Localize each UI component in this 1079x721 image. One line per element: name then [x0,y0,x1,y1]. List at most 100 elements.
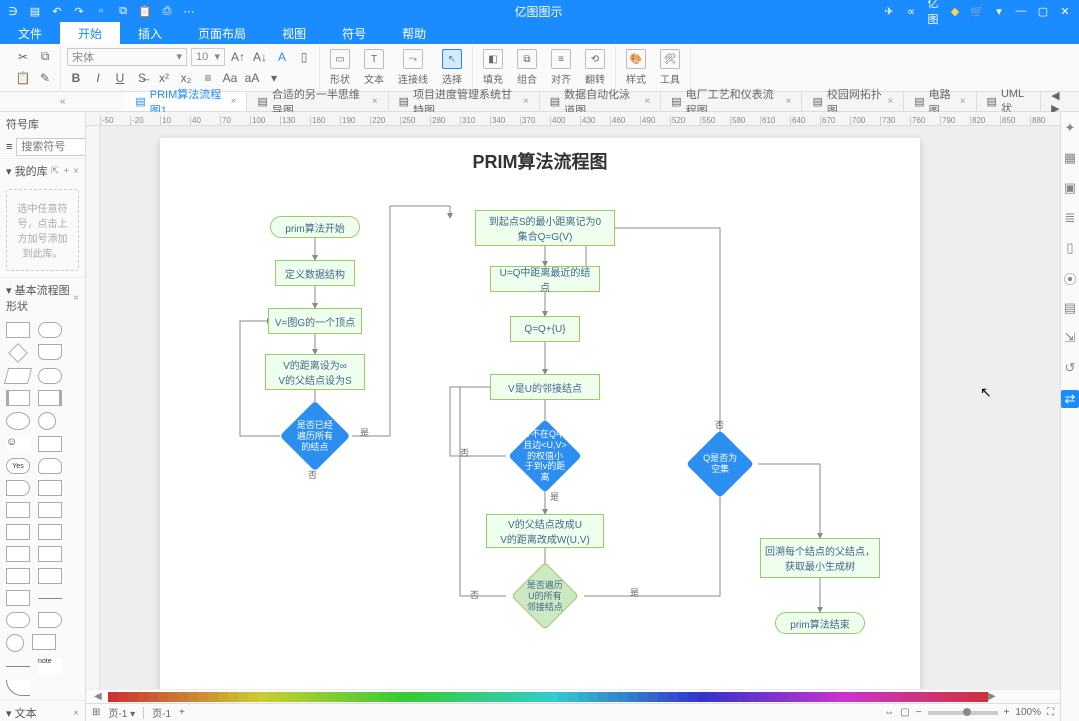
cut-icon[interactable]: ✂ [14,48,32,66]
color-swatch[interactable] [708,692,718,702]
color-swatch[interactable] [328,692,338,702]
color-swatch[interactable] [718,692,728,702]
doc-tab-2[interactable]: ▤项目进度管理系统甘特图× [389,92,540,111]
close-icon[interactable]: × [73,293,79,304]
node-start[interactable]: prim算法开始 [270,216,360,238]
search-input[interactable] [16,138,86,156]
shape-ellipse[interactable] [6,412,30,430]
text-section[interactable]: ▾ 文本 × [0,700,85,721]
text-panel-icon[interactable]: ▯ [1062,240,1078,256]
doc-tab-5[interactable]: ▤校园网拓扑图× [802,92,904,111]
color-swatch[interactable] [118,692,128,702]
color-swatch[interactable] [238,692,248,702]
crown-icon[interactable]: ◆ [947,5,963,18]
menu-symbol[interactable]: 符号 [324,22,384,44]
menu-view[interactable]: 视图 [264,22,324,44]
copy-icon[interactable]: ⧉ [36,48,54,66]
shape-rounded[interactable] [38,322,62,338]
color-swatch[interactable] [178,692,188,702]
page-select[interactable]: 页-1 ▾ [108,705,135,720]
doc-tab-3[interactable]: ▤数据自动化泳道图× [540,92,662,111]
text-tool[interactable]: T文本 [360,49,388,86]
new-icon[interactable]: ▫ [94,4,108,18]
color-swatch[interactable] [698,692,708,702]
color-swatch[interactable] [688,692,698,702]
font-color-icon[interactable]: A [273,48,291,66]
color-swatch[interactable] [628,692,638,702]
color-swatch[interactable] [268,692,278,702]
color-swatch[interactable] [548,692,558,702]
color-swatch[interactable] [898,692,908,702]
print-icon[interactable]: ⎙ [160,4,174,18]
color-swatch[interactable] [848,692,858,702]
shape-tool[interactable]: ▭形状 [326,49,354,86]
shape-stadium[interactable] [6,612,30,628]
tab-nav[interactable]: ◀ ▶ [1041,92,1079,111]
color-swatch[interactable] [958,692,968,702]
color-swatch[interactable] [138,692,148,702]
menu-help[interactable]: 帮助 [384,22,444,44]
shape-hex[interactable] [6,590,30,606]
color-swatch[interactable] [388,692,398,702]
node-defds[interactable]: 定义数据结构 [275,260,355,286]
underline-icon[interactable]: U [111,69,129,87]
shape-collate[interactable] [6,546,30,562]
color-swatch[interactable] [888,692,898,702]
app-logo-icon[interactable]: ∋ [6,4,20,18]
library-toggle[interactable]: « [0,92,125,111]
color-swatch[interactable] [738,692,748,702]
italic-icon[interactable]: I [89,69,107,87]
node-vinf[interactable]: V的距离设为∞ V的父结点设为S [265,354,365,390]
rotate-tool[interactable]: ⟲翻转 [581,49,609,86]
share-icon[interactable]: ∝ [903,5,919,18]
color-swatch[interactable] [188,692,198,702]
fit-page-icon[interactable]: ▢ [900,707,909,718]
align-tool[interactable]: ≡对齐 [547,49,575,86]
maximize-icon[interactable]: ▢ [1035,5,1051,18]
style-tool[interactable]: 🎨样式 [622,49,650,86]
fill-tool[interactable]: ◧填充 [479,49,507,86]
color-swatch[interactable] [538,692,548,702]
color-swatch[interactable] [218,692,228,702]
color-swatch[interactable] [368,692,378,702]
fit-width-icon[interactable]: ⇔ [884,707,894,718]
color-swatch[interactable] [858,692,868,702]
color-swatch[interactable] [618,692,628,702]
color-swatch[interactable] [498,692,508,702]
shape-terminator[interactable]: Yes [6,458,30,474]
color-swatch[interactable] [768,692,778,702]
color-swatch[interactable] [808,692,818,702]
shape-arrow[interactable] [6,666,30,667]
node-dvadj[interactable]: 是否遍历U的所有邻接结点 [511,562,579,630]
node-traceback[interactable]: 回溯每个结点的父结点，获取最小生成树 [760,538,880,578]
color-swatch[interactable] [208,692,218,702]
list-icon[interactable]: ≡ [6,141,12,153]
node-vneigh[interactable]: V是U的邻接结点 [490,374,600,400]
color-swatch[interactable] [168,692,178,702]
shape-note[interactable]: note [38,658,62,674]
shape-pill[interactable] [38,368,62,384]
color-swatch[interactable] [298,692,308,702]
color-swatch[interactable] [578,692,588,702]
layer-tab[interactable]: 页-1 [152,705,171,720]
node-uq[interactable]: U=Q中距离最近的结点 [490,266,600,292]
color-swatch[interactable] [468,692,478,702]
color-swatch[interactable] [798,692,808,702]
redo-icon[interactable]: ↷ [72,4,86,18]
shape-display[interactable] [6,480,30,496]
color-swatch[interactable] [198,692,208,702]
color-swatch[interactable] [428,692,438,702]
color-swatch[interactable] [258,692,268,702]
doc-tab-1[interactable]: ▤合适的另一半思维导图× [247,92,388,111]
theme-icon[interactable]: ✦ [1062,120,1078,136]
shape-cylinder[interactable] [38,458,62,474]
shape-extract[interactable] [38,568,62,584]
shape-doc[interactable] [38,344,62,360]
color-swatch[interactable] [668,692,678,702]
close-icon[interactable]: × [523,96,529,107]
color-swatch[interactable] [778,692,788,702]
color-swatch[interactable] [938,692,948,702]
color-swatch[interactable] [558,692,568,702]
color-swatch[interactable] [108,692,118,702]
copy-icon[interactable]: ⧉ [116,4,130,18]
